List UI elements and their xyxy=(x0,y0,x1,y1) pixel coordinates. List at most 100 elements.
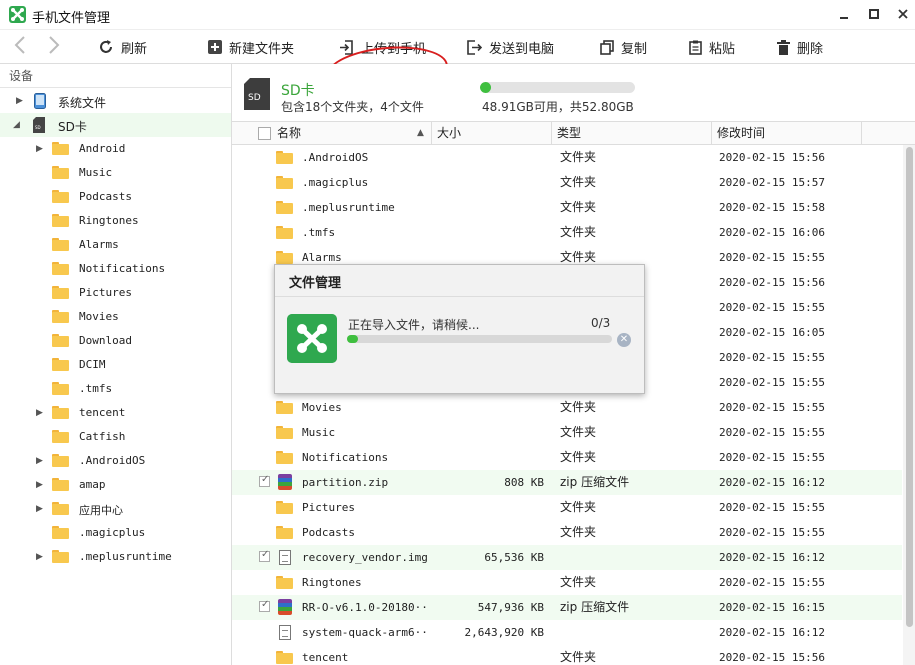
paste-button[interactable]: 粘贴 xyxy=(689,37,735,57)
forward-button[interactable] xyxy=(44,36,64,58)
close-button[interactable] xyxy=(892,4,914,24)
tree-item-folder[interactable]: Podcasts xyxy=(0,185,231,209)
table-row[interactable]: tencent 文件夹 2020-02-15 15:56 xyxy=(232,645,902,665)
tree-item-folder[interactable]: ▶ tencent xyxy=(0,401,231,425)
folder-label: Catfish xyxy=(79,430,126,443)
table-row[interactable]: partition.zip 808 KB zip 压缩文件 2020-02-15 16… xyxy=(232,470,902,495)
folder-icon xyxy=(276,576,293,589)
file-modified: 2020-02-15 15:56 xyxy=(719,651,825,664)
modified-column-label: 修改时间 xyxy=(717,126,766,140)
type-column-label: 类型 xyxy=(557,126,582,140)
file-name: Ringtones xyxy=(302,576,362,589)
file-type: 文件夹 xyxy=(560,525,597,539)
tree-item-folder[interactable]: Catfish xyxy=(0,425,231,449)
expand-arrow-icon[interactable]: ▶ xyxy=(36,480,46,490)
tree-item-folder[interactable]: Movies xyxy=(0,305,231,329)
table-row[interactable]: .AndroidOS 文件夹 2020-02-15 15:56 xyxy=(232,145,902,170)
tree-item-folder[interactable]: Download xyxy=(0,329,231,353)
tree-item-folder[interactable]: Alarms xyxy=(0,233,231,257)
new-folder-button[interactable]: 新建文件夹 xyxy=(208,37,294,57)
storage-summary: 包含18个文件夹，4个文件 xyxy=(281,100,424,114)
tree-item-folder[interactable]: .tmfs xyxy=(0,377,231,401)
tree-item-folder[interactable]: Music xyxy=(0,161,231,185)
expand-arrow-icon[interactable]: ▶ xyxy=(36,552,46,562)
file-type: 文件夹 xyxy=(560,450,597,464)
svg-text:SD: SD xyxy=(35,125,41,130)
file-list-scrollbar[interactable] xyxy=(903,145,915,665)
maximize-button[interactable] xyxy=(863,4,885,24)
table-row[interactable]: Ringtones 文件夹 2020-02-15 15:55 xyxy=(232,570,902,595)
table-row[interactable]: RR-O-v6.1.0-20180··· 547,936 KB zip 压缩文件 20… xyxy=(232,595,902,620)
send-to-pc-button[interactable]: 发送到电脑 xyxy=(467,37,554,57)
tree-item-folder[interactable]: .magicplus xyxy=(0,521,231,545)
file-size: 547,936 KB xyxy=(477,601,544,614)
sidebar-header: 设备 xyxy=(0,64,231,88)
expand-arrow-icon[interactable]: ▶ xyxy=(36,504,46,514)
tree-item-folder[interactable]: Notifications xyxy=(0,257,231,281)
select-all-checkbox[interactable] xyxy=(258,127,271,140)
row-checkbox[interactable] xyxy=(259,549,270,562)
folder-icon xyxy=(52,214,69,227)
table-row[interactable]: .meplusruntime 文件夹 2020-02-15 15:58 xyxy=(232,195,902,220)
svg-text:SD: SD xyxy=(248,93,261,103)
folder-icon xyxy=(52,310,69,323)
table-row[interactable]: Podcasts 文件夹 2020-02-15 15:55 xyxy=(232,520,902,545)
column-header-modified[interactable]: 修改时间 xyxy=(712,122,862,145)
import-progress-dialog: 文件管理 正在导入文件，请稍候... 0/3 ✕ xyxy=(274,264,645,394)
folder-label: Download xyxy=(79,334,132,347)
expand-arrow-icon[interactable]: ▶ xyxy=(16,96,26,106)
table-row[interactable]: .magicplus 文件夹 2020-02-15 15:57 xyxy=(232,170,902,195)
table-row[interactable]: Music 文件夹 2020-02-15 15:55 xyxy=(232,420,902,445)
column-header-type[interactable]: 类型 xyxy=(552,122,712,145)
column-header-size[interactable]: 大小 xyxy=(432,122,552,145)
file-size xyxy=(432,170,544,195)
file-type: 文件夹 xyxy=(560,575,597,589)
file-name: Notifications xyxy=(302,451,389,464)
tree-item-folder[interactable]: ▶ amap xyxy=(0,473,231,497)
tree-item-folder[interactable]: Pictures xyxy=(0,281,231,305)
storage-capacity-text: 48.91GB可用，共52.80GB xyxy=(482,100,634,114)
tree-item-sd-card[interactable]: ◢ SD SD卡 xyxy=(0,113,231,137)
table-row[interactable]: system-quack-arm6··· 2,643,920 KB 2020-02-… xyxy=(232,620,902,645)
file-table-header: 名称 ▲ 大小 类型 修改时间 xyxy=(232,122,915,145)
file-modified: 2020-02-15 15:56 xyxy=(719,151,825,164)
storage-info-panel: SD SD卡 包含18个文件夹，4个文件 48.91GB可用，共52.80GB xyxy=(232,64,915,122)
cancel-import-button[interactable]: ✕ xyxy=(617,333,631,347)
expand-arrow-icon[interactable]: ▶ xyxy=(36,408,46,418)
expand-arrow-icon[interactable]: ▶ xyxy=(36,456,46,466)
scrollbar-thumb[interactable] xyxy=(906,147,913,627)
tree-item-folder[interactable]: DCIM xyxy=(0,353,231,377)
copy-icon xyxy=(600,39,614,55)
collapse-arrow-icon[interactable]: ◢ xyxy=(13,120,23,130)
table-row[interactable]: .tmfs 文件夹 2020-02-15 16:06 xyxy=(232,220,902,245)
tree-item-folder[interactable]: ▶ Android xyxy=(0,137,231,161)
minimize-button[interactable] xyxy=(833,4,855,24)
file-modified: 2020-02-15 15:55 xyxy=(719,351,825,364)
copy-button[interactable]: 复制 xyxy=(600,37,647,57)
table-row[interactable]: Movies 文件夹 2020-02-15 15:55 xyxy=(232,395,902,420)
folder-label: DCIM xyxy=(79,358,106,371)
tree-item-system-files[interactable]: ▶ 系统文件 xyxy=(0,89,231,113)
tree-item-folder[interactable]: Ringtones xyxy=(0,209,231,233)
sort-ascending-icon: ▲ xyxy=(417,128,424,138)
folder-icon xyxy=(276,501,293,514)
file-name: system-quack-arm6··· xyxy=(302,626,427,639)
file-name: .magicplus xyxy=(302,176,369,189)
tree-item-folder[interactable]: ▶ .meplusruntime xyxy=(0,545,231,569)
tree-item-folder[interactable]: ▶ .AndroidOS xyxy=(0,449,231,473)
column-header-name[interactable]: 名称 ▲ xyxy=(272,122,432,145)
row-checkbox[interactable] xyxy=(259,599,270,612)
tree-item-folder[interactable]: ▶ 应用中心 xyxy=(0,497,231,521)
close-icon: ✕ xyxy=(619,334,629,345)
row-checkbox[interactable] xyxy=(259,474,270,487)
folder-label: tencent xyxy=(79,406,126,419)
table-row[interactable]: recovery_vendor.img 65,536 KB 2020-02-15 1… xyxy=(232,545,902,570)
table-row[interactable]: Pictures 文件夹 2020-02-15 15:55 xyxy=(232,495,902,520)
delete-button[interactable]: 删除 xyxy=(777,37,823,57)
table-row[interactable]: Notifications 文件夹 2020-02-15 15:55 xyxy=(232,445,902,470)
folder-icon xyxy=(276,526,293,539)
refresh-button[interactable]: 刷新 xyxy=(98,37,147,57)
file-type xyxy=(560,545,710,570)
back-button[interactable] xyxy=(10,36,30,58)
expand-arrow-icon[interactable]: ▶ xyxy=(36,144,46,154)
